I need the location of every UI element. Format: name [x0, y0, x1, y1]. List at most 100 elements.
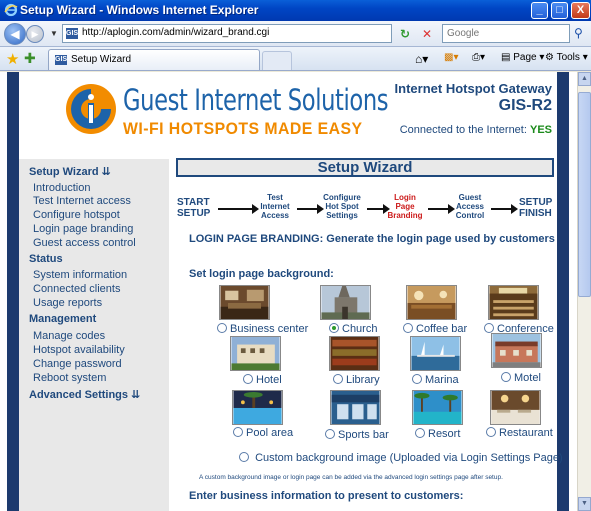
forward-button[interactable]: ▶: [26, 25, 44, 43]
sidebar-item-login-branding[interactable]: Login page branding: [33, 223, 133, 235]
marina-thumbnail[interactable]: [410, 336, 461, 371]
ie-logo-icon: [4, 3, 18, 17]
feeds-icon[interactable]: ▩▾: [444, 52, 458, 63]
radio-custom-background[interactable]: [239, 452, 249, 462]
sidebar-item-system-info[interactable]: System information: [33, 269, 127, 281]
pool-area-thumbnail[interactable]: [232, 390, 283, 425]
bg-option-resort[interactable]: Resort: [415, 428, 460, 440]
search-input[interactable]: [443, 25, 561, 42]
close-button[interactable]: X: [571, 2, 590, 19]
print-icon[interactable]: ⎙▾: [472, 52, 485, 63]
sidebar-item-hotspot-availability[interactable]: Hotspot availability: [33, 344, 125, 356]
history-dropdown-icon[interactable]: ▼: [50, 29, 58, 38]
maximize-button[interactable]: □: [551, 2, 568, 19]
radio-marina[interactable]: [412, 374, 422, 384]
radio-sports-bar[interactable]: [325, 429, 335, 439]
radio-resort[interactable]: [415, 428, 425, 438]
brand-tagline: WI-FI HOTSPOTS MADE EASY: [123, 119, 363, 138]
page-menu-button[interactable]: ▤ Page ▾: [501, 52, 544, 63]
vertical-scrollbar[interactable]: ▲ ▼: [577, 72, 591, 511]
sidebar-item-configure-hotspot[interactable]: Configure hotspot: [33, 209, 120, 221]
new-tab-button[interactable]: [262, 51, 292, 70]
tab-setup-wizard[interactable]: GIS Setup Wizard: [48, 49, 260, 70]
bg-option-custom[interactable]: Custom background image (Uploaded via Lo…: [239, 452, 563, 464]
home-icon[interactable]: ⌂▾: [415, 52, 428, 66]
tab-toolbar: ★ ✚ GIS Setup Wizard ⌂▾ ▩▾ ⎙▾ ▤ Page ▾ ⚙…: [0, 47, 591, 71]
bg-option-motel[interactable]: Motel: [501, 372, 541, 384]
radio-church[interactable]: [329, 323, 339, 333]
step-guest-access: Guest Access Control: [455, 193, 485, 220]
conference-thumbnail[interactable]: [488, 285, 539, 320]
connection-value: YES: [529, 124, 552, 136]
sidebar-item-connected-clients[interactable]: Connected clients: [33, 283, 120, 295]
radio-motel[interactable]: [501, 372, 511, 382]
resort-thumbnail[interactable]: [412, 390, 463, 425]
restaurant-thumbnail[interactable]: [490, 390, 541, 425]
stop-icon[interactable]: ✕: [418, 25, 436, 43]
sidebar-item-usage-reports[interactable]: Usage reports: [33, 297, 102, 309]
scrollbar-thumb[interactable]: [578, 92, 591, 297]
sidebar-item-manage-codes[interactable]: Manage codes: [33, 330, 105, 342]
background-heading: Set login page background:: [189, 268, 334, 280]
bg-option-pool-area[interactable]: Pool area: [233, 427, 293, 439]
sidebar: Setup Wizard ⇊ Introduction Test Interne…: [19, 159, 169, 511]
model-name: GIS-R2: [498, 97, 552, 114]
bg-option-church[interactable]: Church: [329, 323, 377, 335]
scroll-up-icon[interactable]: ▲: [578, 72, 591, 86]
radio-library[interactable]: [333, 374, 343, 384]
add-favorite-icon[interactable]: ✚: [24, 50, 36, 67]
sidebar-heading-advanced[interactable]: Advanced Settings ⇊: [29, 388, 140, 401]
bg-option-business-center[interactable]: Business center: [217, 323, 308, 335]
step-arrow: [367, 204, 390, 214]
radio-coffee-bar[interactable]: [403, 323, 413, 333]
step-finish: SETUP FINISH: [519, 197, 553, 219]
step-arrow: [428, 204, 455, 214]
sports-bar-thumbnail[interactable]: [330, 390, 381, 425]
scroll-down-icon[interactable]: ▼: [578, 497, 591, 511]
library-thumbnail[interactable]: [329, 336, 380, 371]
bg-option-sports-bar[interactable]: Sports bar: [325, 429, 389, 441]
sidebar-heading-setup[interactable]: Setup Wizard ⇊: [29, 165, 111, 178]
sidebar-item-introduction[interactable]: Introduction: [33, 182, 90, 194]
step-login-branding: Login Page Branding: [387, 193, 423, 220]
sidebar-item-reboot[interactable]: Reboot system: [33, 372, 106, 384]
motel-thumbnail[interactable]: [491, 333, 542, 368]
radio-pool-area[interactable]: [233, 427, 243, 437]
brand-name: Guest Internet Solutions: [123, 83, 389, 117]
radio-business-center[interactable]: [217, 323, 227, 333]
bg-option-restaurant[interactable]: Restaurant: [486, 427, 553, 439]
radio-conference[interactable]: [484, 323, 494, 333]
page-frame: Guest Internet Solutions WI-FI HOTSPOTS …: [7, 72, 569, 511]
radio-restaurant[interactable]: [486, 427, 496, 437]
minimize-button[interactable]: _: [531, 2, 548, 19]
address-bar[interactable]: GIS http://aplogin.com/admin/wizard_bran…: [62, 24, 451, 43]
sidebar-item-guest-access[interactable]: Guest access control: [33, 237, 136, 249]
step-configure-hotspot: Configure Hot Spot Settings: [323, 193, 361, 220]
bg-option-marina[interactable]: Marina: [412, 374, 459, 386]
step-arrow: [491, 204, 518, 214]
tools-menu-button[interactable]: ⚙ Tools ▾: [545, 52, 588, 63]
business-center-thumbnail[interactable]: [219, 285, 270, 320]
step-arrow: [218, 204, 259, 214]
sidebar-item-test-internet[interactable]: Test Internet access: [33, 195, 131, 207]
bg-option-library[interactable]: Library: [333, 374, 380, 386]
coffee-bar-thumbnail[interactable]: [406, 285, 457, 320]
search-box[interactable]: [442, 24, 570, 43]
church-thumbnail[interactable]: [320, 285, 371, 320]
bg-option-hotel[interactable]: Hotel: [243, 374, 282, 386]
connection-status: Connected to the Internet: YES: [400, 124, 552, 136]
search-icon[interactable]: ⚲: [574, 26, 583, 40]
hotel-thumbnail[interactable]: [230, 336, 281, 371]
step-start: START SETUP: [177, 197, 211, 219]
site-favicon-icon: GIS: [66, 28, 79, 39]
address-url[interactable]: http://aplogin.com/admin/wizard_brand.cg…: [82, 27, 269, 38]
bg-option-coffee-bar[interactable]: Coffee bar: [403, 323, 467, 335]
page-body: Guest Internet Solutions WI-FI HOTSPOTS …: [19, 72, 563, 511]
refresh-icon[interactable]: ↻: [396, 25, 414, 43]
branding-heading: LOGIN PAGE BRANDING: Generate the login …: [189, 233, 555, 245]
sidebar-item-change-password[interactable]: Change password: [33, 358, 122, 370]
sidebar-heading-management: Management: [29, 313, 97, 325]
back-button[interactable]: ◀: [4, 23, 26, 45]
favorites-star-icon[interactable]: ★: [6, 50, 19, 68]
radio-hotel[interactable]: [243, 374, 253, 384]
